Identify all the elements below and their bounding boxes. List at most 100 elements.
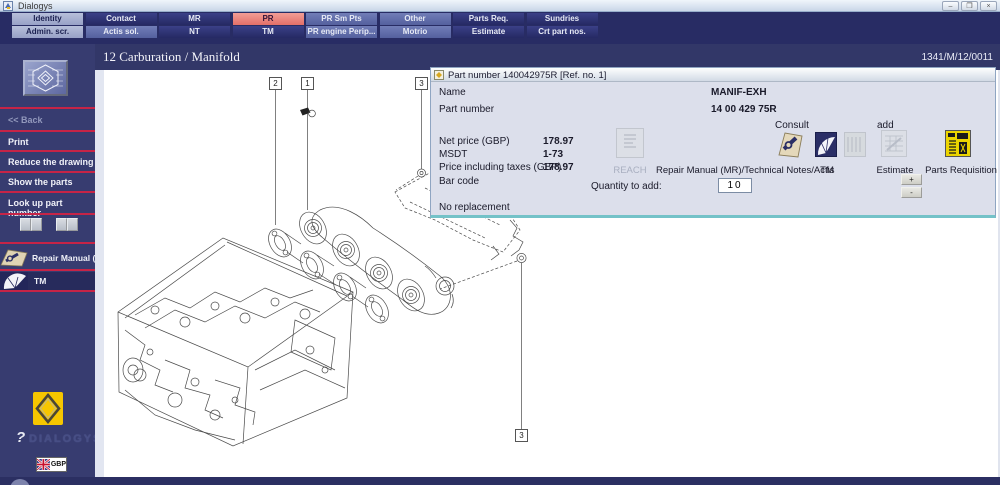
menu-identity[interactable]: Identity: [12, 13, 83, 25]
page-title: 12 Carburation / Manifold: [103, 49, 240, 64]
document-reference: 1341/M/12/0011: [921, 52, 993, 63]
msdt-value: 1-73: [543, 149, 564, 160]
name-value: MANIF-EXH: [711, 87, 767, 98]
minimize-button[interactable]: –: [942, 1, 959, 11]
callout-3-top[interactable]: 3: [415, 77, 428, 90]
repair-manual-consult-icon: [778, 132, 803, 158]
popup-titlebar[interactable]: Part number 140042975R [Ref. no. 1]: [431, 68, 995, 82]
menu-crt-part-nos[interactable]: Crt part nos.: [526, 26, 598, 38]
repair-manual-consult-label: Repair Manual (MR)/Technical Notes/Actis: [656, 165, 835, 176]
no-replacement-text: No replacement: [439, 202, 510, 213]
dialogys-brand: ? DIALOGYS: [16, 429, 100, 447]
menu-other[interactable]: Other: [379, 13, 451, 25]
zoom-tool-button-2[interactable]: [31, 218, 42, 231]
separator: [0, 171, 95, 173]
window-titlebar: Dialogys – ❒ ×: [0, 0, 1000, 12]
parts-requisition-button[interactable]: [945, 130, 971, 162]
separator: [0, 150, 95, 152]
msdt-label: MSDT: [439, 149, 468, 160]
app-icon: [3, 1, 13, 11]
reach-icon: [624, 134, 636, 148]
tm-icon: [0, 272, 28, 290]
separator: [0, 130, 95, 132]
reduce-drawing-button[interactable]: Reduce the drawing: [8, 157, 94, 167]
popup-title-icon: [434, 70, 444, 80]
renault-hex-icon: [28, 64, 63, 92]
part-detail-popup: Part number 140042975R [Ref. no. 1] Name…: [430, 67, 997, 218]
dialogys-question-icon: ?: [16, 429, 26, 446]
page-tool-button-1[interactable]: [56, 218, 67, 231]
quantity-input[interactable]: [718, 178, 752, 193]
menu-actis-sol[interactable]: Actis sol.: [85, 26, 157, 38]
renault-diamond-logo: [33, 392, 63, 425]
zoom-tool-button-1[interactable]: [20, 218, 31, 231]
parts-requisition-icon: [945, 130, 971, 157]
quantity-increment-button[interactable]: +: [901, 174, 922, 185]
disabled-doc-button: [844, 132, 866, 162]
separator: [0, 107, 95, 109]
close-button[interactable]: ×: [980, 1, 997, 11]
bottom-bar: [0, 477, 1000, 485]
net-price-label: Net price (GBP): [439, 136, 510, 147]
menu-admin-scr[interactable]: Admin. scr.: [12, 26, 83, 38]
lookup-part-number-button[interactable]: Look up part number: [8, 198, 95, 218]
estimate-add-icon: [881, 130, 907, 157]
corner-logo-fragment: [10, 479, 30, 485]
sidebar: << Back Print Reduce the drawing Show th…: [0, 44, 109, 485]
tm-add-label: TM: [820, 165, 834, 176]
restore-button[interactable]: ❒: [961, 1, 978, 11]
menu-sundries[interactable]: Sundries: [526, 13, 598, 25]
main-menubar: Identity Contact MR PR PR Sm Pts Other P…: [0, 12, 1000, 44]
price-taxes-value: 178.97: [543, 162, 574, 173]
menu-motrio[interactable]: Motrio: [379, 26, 451, 38]
menu-pr-engine-perip[interactable]: PR engine Perip...: [306, 26, 377, 38]
repair-manual-icon: [0, 249, 28, 267]
dialogys-window: Dialogys – ❒ × Identity Contact MR PR PR…: [0, 0, 1000, 485]
renault-hex-button[interactable]: [23, 60, 68, 96]
dialogys-wordmark: DIALOGYS: [29, 433, 103, 445]
window-controls: – ❒ ×: [942, 1, 997, 11]
reach-button[interactable]: [616, 128, 644, 158]
window-title: Dialogys: [18, 1, 53, 11]
bar-code-label: Bar code: [439, 176, 480, 187]
menu-contact[interactable]: Contact: [85, 13, 157, 25]
show-parts-button[interactable]: Show the parts: [8, 177, 73, 187]
callout-2[interactable]: 2: [269, 77, 282, 90]
quantity-label: Quantity to add:: [591, 181, 662, 192]
uk-flag-icon: [37, 459, 50, 470]
callout-3-bottom[interactable]: 3: [515, 429, 528, 442]
sidebar-tm-button[interactable]: TM: [0, 272, 95, 290]
net-price-value: 178.97: [543, 136, 574, 147]
quantity-decrement-button[interactable]: -: [901, 187, 922, 198]
menu-tm[interactable]: TM: [232, 26, 304, 38]
separator: [0, 213, 95, 215]
part-number-label: Part number: [439, 104, 495, 115]
currency-selector[interactable]: GBP: [36, 457, 67, 472]
popup-title: Part number 140042975R [Ref. no. 1]: [448, 70, 607, 81]
name-label: Name: [439, 87, 466, 98]
menu-parts-req[interactable]: Parts Req.: [453, 13, 524, 25]
separator: [0, 290, 95, 292]
reach-label: REACH: [613, 165, 647, 176]
menu-estimate[interactable]: Estimate: [453, 26, 524, 38]
disabled-doc-icon: [844, 132, 866, 157]
menu-pr-active[interactable]: PR: [232, 13, 304, 25]
print-button[interactable]: Print: [8, 137, 29, 147]
back-button[interactable]: << Back: [8, 115, 43, 125]
estimate-add-button[interactable]: [881, 130, 907, 162]
separator: [0, 269, 95, 271]
repair-manual-consult-button[interactable]: [777, 130, 803, 163]
menu-pr-sm-pts[interactable]: PR Sm Pts: [306, 13, 377, 25]
sidebar-repair-manual-button[interactable]: Repair Manual (M...: [0, 248, 109, 268]
separator: [0, 242, 95, 244]
tm-label: TM: [34, 276, 47, 286]
tm-add-icon: [815, 132, 837, 157]
menu-mr[interactable]: MR: [159, 13, 230, 25]
page-tool-button-2[interactable]: [67, 218, 78, 231]
callout-1[interactable]: 1: [301, 77, 314, 90]
menu-nt[interactable]: NT: [159, 26, 230, 38]
currency-code: GBP: [50, 461, 66, 468]
parts-requisition-label: Parts Requisition: [925, 165, 997, 176]
tm-add-button[interactable]: [815, 132, 837, 162]
separator: [0, 191, 95, 193]
